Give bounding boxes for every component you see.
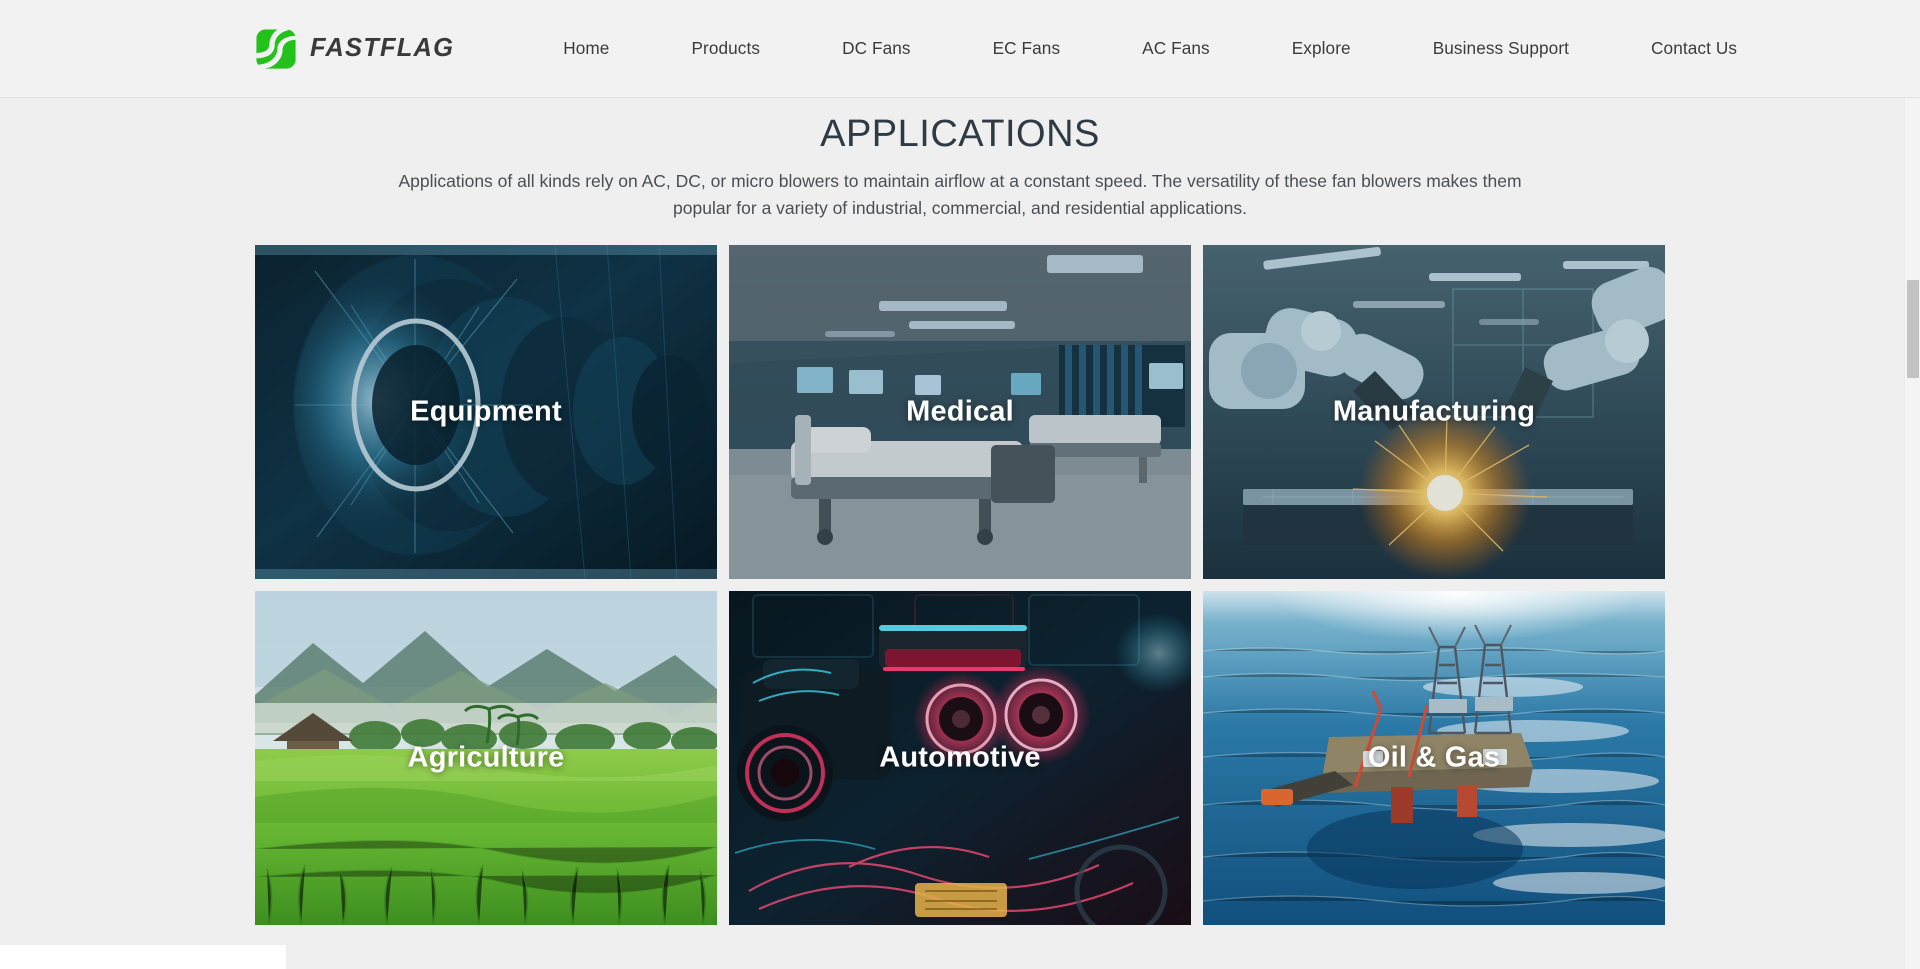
application-card-automotive[interactable]: Automotive — [729, 590, 1191, 925]
nav-item-home[interactable]: Home — [563, 28, 609, 69]
nav-item-ac-fans[interactable]: AC Fans — [1142, 28, 1210, 69]
robot-arms-welding-image — [1203, 244, 1665, 579]
applications-card-grid: Equipment Medical Manufacturing Agricult… — [255, 244, 1665, 925]
nav-item-ec-fans[interactable]: EC Fans — [993, 28, 1061, 69]
nav-item-business-support[interactable]: Business Support — [1433, 28, 1569, 69]
vertical-scrollbar-track[interactable] — [1904, 98, 1920, 969]
nav-item-dc-fans[interactable]: DC Fans — [842, 28, 911, 69]
brand-wordmark: FASTFLAG — [310, 34, 455, 62]
page-title: APPLICATIONS — [820, 113, 1100, 155]
neon-engine-image — [729, 590, 1191, 925]
offshore-oil-rig-image — [1203, 590, 1665, 925]
nav-item-contact-us[interactable]: Contact Us — [1651, 28, 1737, 69]
application-card-medical[interactable]: Medical — [729, 244, 1191, 579]
application-card-agriculture[interactable]: Agriculture — [255, 590, 717, 925]
application-card-oil-and-gas[interactable]: Oil & Gas — [1203, 590, 1665, 925]
fastflag-swirl-logo-icon — [255, 28, 297, 70]
section-intro-text: Applications of all kinds rely on AC, DC… — [398, 170, 1522, 218]
vertical-scrollbar-thumb[interactable] — [1907, 280, 1919, 378]
application-card-equipment[interactable]: Equipment — [255, 244, 717, 579]
hospital-room-image — [729, 244, 1191, 579]
brand-logo-link[interactable]: FASTFLAG — [255, 28, 454, 70]
applications-section: APPLICATIONS Applications of all kinds r… — [0, 98, 1920, 969]
nav-item-explore[interactable]: Explore — [1292, 28, 1351, 69]
rice-field-image — [255, 590, 717, 925]
browser-viewport: FASTFLAG Home Products DC Fans EC Fans A… — [0, 0, 1920, 969]
main-navigation: Home Products DC Fans EC Fans AC Fans Ex… — [522, 28, 1778, 69]
turbine-jet-engine-image — [255, 244, 717, 579]
site-header: FASTFLAG Home Products DC Fans EC Fans A… — [0, 0, 1920, 98]
application-card-manufacturing[interactable]: Manufacturing — [1203, 244, 1665, 579]
bottom-status-strip — [0, 945, 286, 969]
nav-item-products[interactable]: Products — [691, 28, 760, 69]
